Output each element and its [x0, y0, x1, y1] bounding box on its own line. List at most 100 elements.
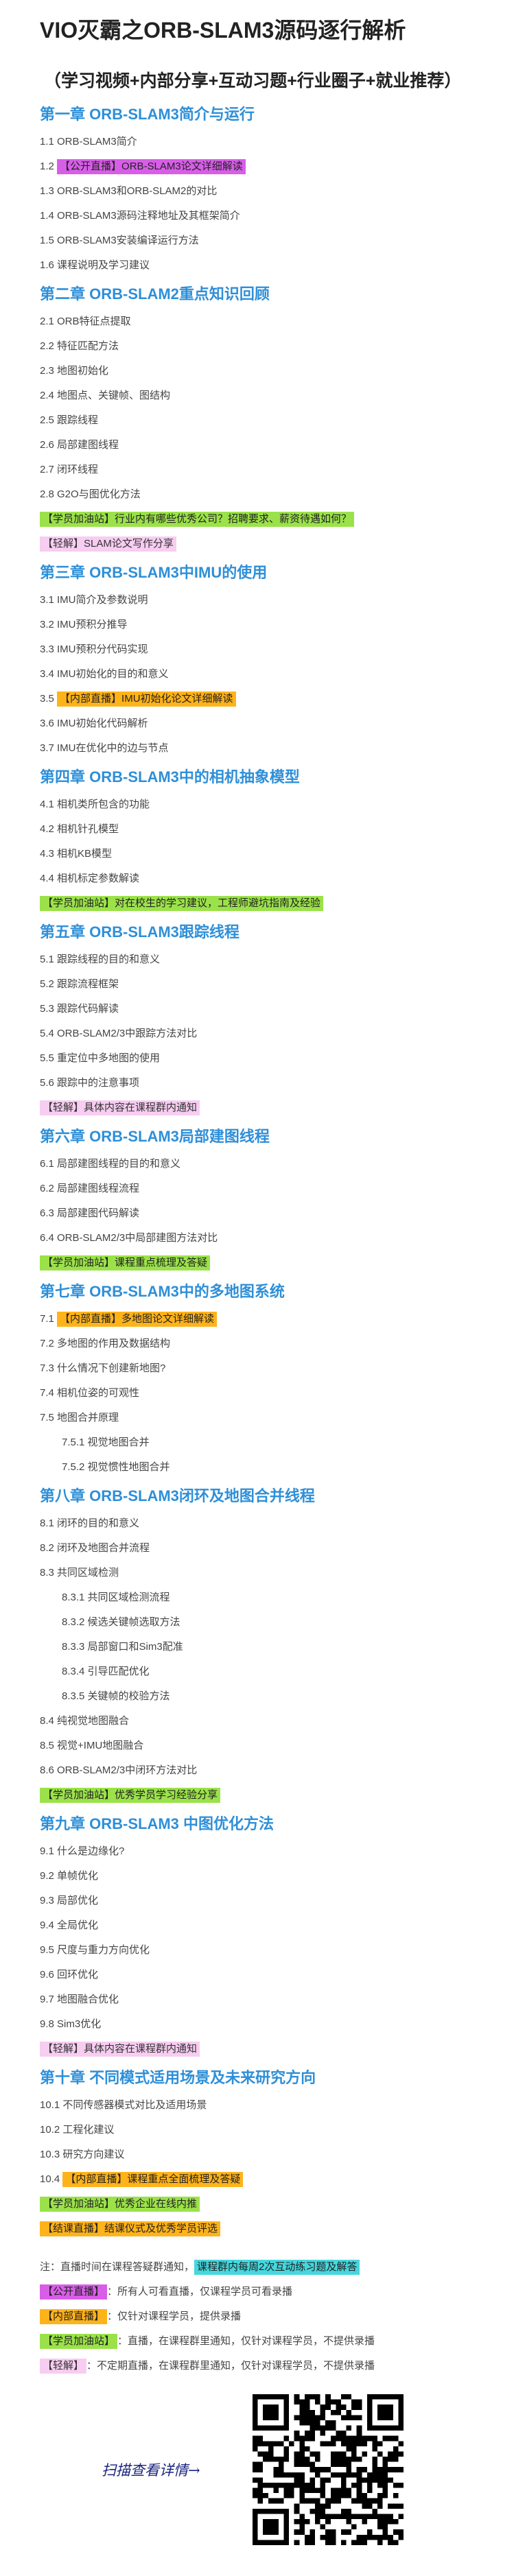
item-text: 2.6 局部建图线程 [40, 439, 119, 451]
item-text: 1.1 ORB-SLAM3简介 [40, 136, 137, 147]
highlight-tag: 【学员加油站】优秀企业在线内推 [40, 2197, 200, 2212]
qr-section: 扫描查看详情→ [40, 2394, 474, 2552]
highlight-tag: 【轻解】具体内容在课程群内通知 [40, 2042, 200, 2057]
chapter-title: 第一章 ORB-SLAM3简介与运行 [40, 106, 255, 123]
item-text: 3.4 IMU初始化的目的和意义 [40, 668, 169, 680]
note-highlight: 课程群内每周2次互动练习题及解答 [194, 2260, 360, 2275]
item-text: 3.2 IMU预积分推导 [40, 619, 128, 630]
legend-tag: 【内部直播】 [40, 2309, 108, 2324]
list-item: 5.2 跟踪流程框架 [40, 977, 474, 992]
item-text: 3.6 IMU初始化代码解析 [40, 718, 148, 729]
list-item: 8.3.1 共同区域检测流程 [40, 1590, 474, 1605]
item-text: 7.5.2 视觉惯性地图合并 [62, 1461, 170, 1473]
item-text: 1.6 课程说明及学习建议 [40, 259, 150, 271]
list-item: 2.8 G2O与图优化方法 [40, 487, 474, 502]
highlighted-list-item: 【轻解】SLAM论文写作分享 [40, 536, 474, 552]
list-item: 8.3.4 引导匹配优化 [40, 1664, 474, 1679]
highlighted-list-item: 3.5 【内部直播】IMU初始化论文详细解读 [40, 692, 474, 707]
list-item: 2.6 局部建图线程 [40, 438, 474, 453]
list-item: 4.1 相机类所包含的功能 [40, 797, 474, 812]
item-text: 8.1 闭环的目的和意义 [40, 1517, 140, 1529]
list-item: 8.3 共同区域检测 [40, 1565, 474, 1581]
list-item: 3.7 IMU在优化中的边与节点 [40, 741, 474, 756]
item-text: 5.3 跟踪代码解读 [40, 1003, 119, 1015]
qr-code-icon[interactable] [253, 2394, 404, 2545]
item-text: 8.2 闭环及地图合并流程 [40, 1542, 150, 1554]
item-text: 7.5.1 视觉地图合并 [62, 1437, 150, 1448]
note-line: 【学员加油站】 ：直播，在课程群里通知，仅针对课程学员，不提供录播 [40, 2334, 474, 2349]
list-item: 4.4 相机标定参数解读 [40, 871, 474, 886]
item-text: 6.3 局部建图代码解读 [40, 1207, 140, 1219]
item-text: 9.5 尺度与重力方向优化 [40, 1944, 150, 1956]
list-item: 9.8 Sim3优化 [40, 2017, 474, 2032]
list-item: 2.5 跟踪线程 [40, 413, 474, 428]
item-text: 6.4 ORB-SLAM2/3中局部建图方法对比 [40, 1232, 218, 1244]
highlighted-list-item: 1.2 【公开直播】ORB-SLAM3论文详细解读 [40, 159, 474, 174]
item-text: 9.7 地图融合优化 [40, 1994, 119, 2005]
list-item: 9.3 局部优化 [40, 1893, 474, 1909]
list-item: 7.5.1 视觉地图合并 [40, 1435, 474, 1450]
item-number: 10.4 [40, 2173, 63, 2185]
chapter-title: 第九章 ORB-SLAM3 中图优化方法 [40, 1815, 274, 1832]
item-text: 3.1 IMU简介及参数说明 [40, 594, 148, 606]
highlight-tag: 【内部直播】IMU初始化论文详细解读 [57, 692, 236, 707]
item-text: 5.2 跟踪流程框架 [40, 978, 119, 990]
item-text: 4.1 相机类所包含的功能 [40, 799, 150, 810]
note-line: 【轻解】 ：不定期直播，在课程群里通知，仅针对课程学员，不提供录播 [40, 2359, 474, 2374]
notes-section: 注：直播时间在课程答疑群通知， 课程群内每周2次互动练习题及解答 【公开直播】 ：所有… [40, 2260, 474, 2374]
highlighted-list-item: 【轻解】具体内容在课程群内通知 [40, 2042, 474, 2057]
item-text: 8.3.5 关键帧的校验方法 [62, 1690, 170, 1702]
item-text: 4.2 相机针孔模型 [40, 823, 119, 835]
highlighted-list-item: 【学员加油站】优秀学员学习经验分享 [40, 1788, 474, 1803]
item-text: 7.3 什么情况下创建新地图? [40, 1362, 166, 1374]
chapter-title: 第五章 ORB-SLAM3跟踪线程 [40, 923, 240, 941]
list-item: 8.3.2 候选关键帧选取方法 [40, 1615, 474, 1630]
list-item: 9.7 地图融合优化 [40, 1992, 474, 2007]
item-text: 2.2 特征匹配方法 [40, 340, 119, 352]
list-item: 1.5 ORB-SLAM3安装编译运行方法 [40, 233, 474, 248]
list-item: 10.1 不同传感器模式对比及适用场景 [40, 2098, 474, 2113]
note-line: 【公开直播】 ：所有人可看直播，仅课程学员可看录播 [40, 2284, 474, 2300]
highlighted-list-item: 7.1 【内部直播】多地图论文详细解读 [40, 1312, 474, 1327]
list-item: 8.2 闭环及地图合并流程 [40, 1541, 474, 1556]
list-item: 9.5 尺度与重力方向优化 [40, 1943, 474, 1958]
list-item: 5.1 跟踪线程的目的和意义 [40, 952, 474, 967]
item-text: 2.1 ORB特征点提取 [40, 316, 131, 327]
chapter-title: 第七章 ORB-SLAM3中的多地图系统 [40, 1283, 285, 1300]
item-text: 8.3.2 候选关键帧选取方法 [62, 1616, 180, 1628]
list-item: 1.1 ORB-SLAM3简介 [40, 134, 474, 150]
highlighted-list-item: 【结课直播】结课仪式及优秀学员评选 [40, 2221, 474, 2236]
page-subtitle: （学习视频+内部分享+互动习题+行业圈子+就业推荐） [44, 71, 462, 91]
item-number: 7.1 [40, 1313, 58, 1325]
list-item: 1.6 课程说明及学习建议 [40, 258, 474, 273]
list-item: 8.3.3 局部窗口和Sim3配准 [40, 1640, 474, 1655]
item-text: 9.4 全局优化 [40, 1919, 99, 1931]
item-text: 9.8 Sim3优化 [40, 2018, 102, 2030]
chapter-list: 第一章 ORB-SLAM3简介与运行 1.1 ORB-SLAM3简介 1.2 【公开… [40, 104, 474, 2236]
chapter-title: 第二章 ORB-SLAM2重点知识回顾 [40, 285, 270, 303]
item-text: 6.2 局部建图线程流程 [40, 1183, 140, 1194]
list-item: 2.4 地图点、关键帧、图结构 [40, 388, 474, 403]
list-item: 8.5 视觉+IMU地图融合 [40, 1738, 474, 1753]
list-item: 5.5 重定位中多地图的使用 [40, 1051, 474, 1066]
highlighted-list-item: 【轻解】具体内容在课程群内通知 [40, 1100, 474, 1115]
item-text: 3.3 IMU预积分代码实现 [40, 643, 148, 655]
list-item: 7.4 相机位姿的可观性 [40, 1386, 474, 1401]
legend-tag: 【轻解】 [40, 2359, 87, 2374]
chapter-title: 第三章 ORB-SLAM3中IMU的使用 [40, 564, 268, 581]
highlight-tag: 【学员加油站】对在校生的学习建议，工程师避坑指南及经验 [40, 896, 324, 911]
highlight-tag: 【轻解】SLAM论文写作分享 [40, 536, 176, 552]
item-text: 1.3 ORB-SLAM3和ORB-SLAM2的对比 [40, 185, 218, 197]
list-item: 6.3 局部建图代码解读 [40, 1206, 474, 1221]
list-item: 5.4 ORB-SLAM2/3中跟踪方法对比 [40, 1026, 474, 1041]
item-text: 1.5 ORB-SLAM3安装编译运行方法 [40, 235, 199, 246]
list-item: 2.2 特征匹配方法 [40, 339, 474, 354]
item-text: 2.8 G2O与图优化方法 [40, 488, 141, 500]
legend-tag: 【学员加油站】 [40, 2334, 118, 2349]
item-text: 10.1 不同传感器模式对比及适用场景 [40, 2099, 207, 2111]
list-item: 5.6 跟踪中的注意事项 [40, 1076, 474, 1091]
item-text: 10.3 研究方向建议 [40, 2149, 125, 2160]
list-item: 9.2 单帧优化 [40, 1869, 474, 1884]
highlighted-list-item: 【学员加油站】行业内有哪些优秀公司？招聘要求、薪资待遇如何？ [40, 512, 474, 527]
item-text: 6.1 局部建图线程的目的和意义 [40, 1158, 181, 1170]
